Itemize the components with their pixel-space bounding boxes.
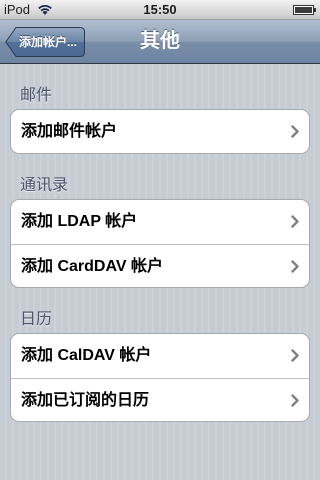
cell-label: 添加 LDAP 帐户 [21, 213, 138, 230]
section-header-calendar: 日历 [20, 311, 53, 328]
chevron-right-icon [291, 394, 299, 407]
chevron-right-icon [291, 215, 299, 228]
calendar-group: 添加 CalDAV 帐户 添加已订阅的日历 [10, 333, 310, 422]
page-title: 其他 [140, 30, 180, 52]
back-button[interactable]: 添加帐户... [5, 27, 85, 57]
add-carddav-account-row[interactable]: 添加 CardDAV 帐户 [11, 244, 309, 287]
back-button-label: 添加帐户... [19, 35, 78, 49]
cell-label: 添加 CalDAV 帐户 [21, 347, 152, 364]
add-ldap-account-row[interactable]: 添加 LDAP 帐户 [11, 200, 309, 244]
battery-icon [293, 5, 316, 15]
add-mail-account-row[interactable]: 添加邮件帐户 [11, 110, 309, 153]
add-caldav-account-row[interactable]: 添加 CalDAV 帐户 [11, 334, 309, 378]
contacts-group: 添加 LDAP 帐户 添加 CardDAV 帐户 [10, 199, 310, 288]
cell-label: 添加邮件帐户 [21, 123, 118, 140]
chevron-right-icon [291, 260, 299, 273]
status-bar: iPod 15:50 [0, 0, 320, 20]
add-subscribed-calendar-row[interactable]: 添加已订阅的日历 [11, 378, 309, 421]
cell-label: 添加 CardDAV 帐户 [21, 258, 163, 275]
chevron-right-icon [291, 125, 299, 138]
section-header-mail: 邮件 [20, 87, 53, 104]
mail-group: 添加邮件帐户 [10, 109, 310, 154]
section-header-contacts: 通讯录 [20, 177, 69, 194]
navigation-bar: 添加帐户... 其他 [0, 20, 320, 64]
chevron-right-icon [291, 349, 299, 362]
cell-label: 添加已订阅的日历 [21, 392, 150, 409]
status-time: 15:50 [143, 2, 177, 17]
